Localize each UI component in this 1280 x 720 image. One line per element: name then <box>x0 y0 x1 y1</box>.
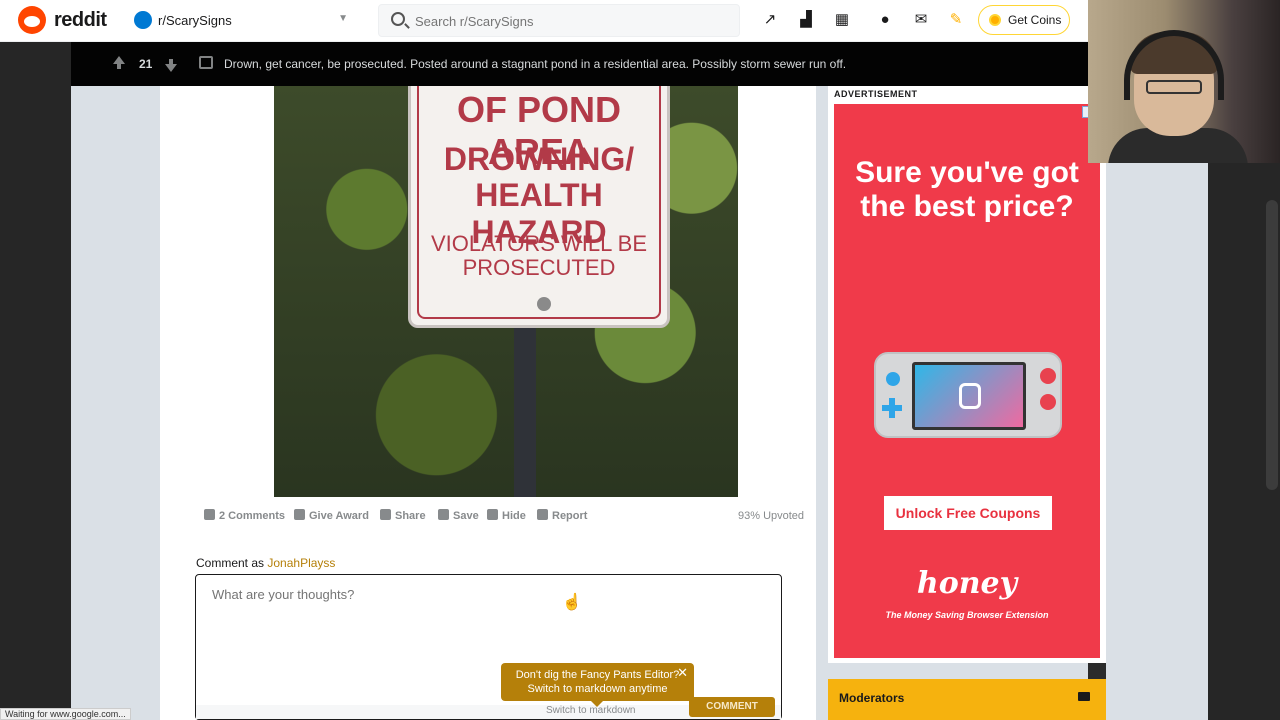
editor-tooltip: Don't dig the Fancy Pants Editor? Switch… <box>501 663 694 707</box>
give-award-button[interactable]: Give Award <box>294 509 369 522</box>
flag-icon <box>537 509 548 520</box>
share-icon <box>380 509 391 520</box>
report-button[interactable]: Report <box>537 509 587 522</box>
ad-headline: Sure you've got the best price? <box>855 156 1079 223</box>
moderators-title: Moderators <box>839 691 905 705</box>
comment-textarea[interactable] <box>210 585 750 665</box>
save-button[interactable]: Save <box>438 509 479 522</box>
comment-icon <box>204 509 215 520</box>
tooltip-line2: Switch to markdown anytime <box>527 683 668 695</box>
mail-icon[interactable] <box>1078 692 1090 701</box>
game-console-image <box>874 352 1062 438</box>
get-coins-label: Get Coins <box>1008 13 1062 27</box>
left-feed-rail <box>0 42 71 720</box>
comment-as-label: Comment as JonahPlayss <box>196 556 336 570</box>
chevron-down-icon: ▼ <box>338 13 348 24</box>
page-scrollbar[interactable] <box>1266 200 1278 490</box>
reddit-logo-icon[interactable] <box>18 6 46 34</box>
stats-icon[interactable]: ▟ <box>796 10 816 30</box>
subreddit-label: r/ScarySigns <box>158 13 232 28</box>
bookmark-icon <box>438 509 449 520</box>
qr-icon[interactable]: ▦ <box>832 10 852 30</box>
subreddit-icon <box>134 11 152 29</box>
tooltip-line1: Don't dig the Fancy Pants Editor? <box>515 669 680 681</box>
comment-submit-button[interactable]: COMMENT <box>689 697 775 717</box>
upvote-arrow-icon[interactable] <box>113 56 125 69</box>
sign-text-line2: DROWNING/ <box>443 141 635 177</box>
sign-bolt <box>537 297 551 311</box>
vote-count: 21 <box>139 57 153 71</box>
close-icon[interactable]: ✕ <box>677 666 688 680</box>
hide-button[interactable]: Hide <box>487 509 526 522</box>
moderators-panel: Moderators <box>828 679 1106 720</box>
mail-icon[interactable]: ✉ <box>911 10 931 30</box>
hand-cursor-icon: ☝ <box>562 594 582 611</box>
post-image[interactable]: OF POND AREA DROWNING/ HEALTH HAZARD VIO… <box>274 86 738 497</box>
pencil-icon[interactable]: ✎ <box>946 10 966 30</box>
sign-post <box>514 328 536 497</box>
sticky-post-bar: 21 Drown, get cancer, be prosecuted. Pos… <box>71 42 1088 86</box>
subreddit-dropdown[interactable]: r/ScarySigns ▼ <box>130 6 358 36</box>
comment-editor: Switch to markdown COMMENT <box>195 574 782 720</box>
sign-text-line5: PROSECUTED <box>462 255 616 280</box>
editor-toolbar: Switch to markdown COMMENT <box>196 697 781 719</box>
share-button[interactable]: Share <box>380 509 426 522</box>
ad-label: ADVERTISEMENT <box>834 89 918 99</box>
ad-tagline: The Money Saving Browser Extension <box>885 610 1049 620</box>
image-post-icon <box>199 56 213 69</box>
warning-sign: OF POND AREA DROWNING/ HEALTH HAZARD VIO… <box>408 86 670 328</box>
sign-text-line4: VIOLATORS WILL BE <box>431 231 647 256</box>
award-icon <box>294 509 305 520</box>
webcam-overlay <box>1088 0 1280 163</box>
downvote-arrow-icon[interactable] <box>165 59 177 72</box>
unlock-coupons-button[interactable]: Unlock Free Coupons <box>884 496 1052 530</box>
hide-icon <box>487 509 498 520</box>
get-coins-button[interactable]: Get Coins <box>978 5 1070 35</box>
search-bar[interactable] <box>378 4 740 37</box>
username-link[interactable]: JonahPlayss <box>267 556 335 570</box>
search-input[interactable] <box>413 11 713 31</box>
coin-icon <box>989 14 1001 26</box>
reddit-logo-text[interactable]: reddit <box>54 9 107 32</box>
trending-icon[interactable]: ↗ <box>760 10 780 30</box>
chat-icon[interactable]: ● <box>875 10 895 30</box>
search-icon <box>391 12 405 26</box>
browser-status-bar: Waiting for www.google.com... <box>0 708 131 720</box>
upvote-ratio: 93% Upvoted <box>738 510 805 522</box>
advertisement[interactable]: Sure you've got the best price? Unlock F… <box>834 104 1100 658</box>
honey-logo: honey <box>916 566 1018 601</box>
comments-button[interactable]: 2 Comments <box>204 509 285 522</box>
post-title[interactable]: Drown, get cancer, be prosecuted. Posted… <box>224 57 846 71</box>
